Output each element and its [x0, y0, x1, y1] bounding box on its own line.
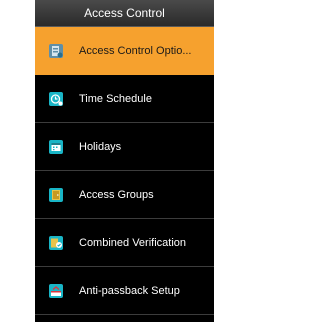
- menu-item-label: Access Control Optio...: [79, 44, 192, 57]
- access-control-options-icon: [48, 43, 64, 59]
- access-control-menu: Access Control Optio... Time Schedule Ho…: [35, 27, 214, 315]
- device-screen: Access Control Access Control Optio... T…: [35, 0, 214, 322]
- menu-item-anti-passback-setup[interactable]: Anti-passback Setup: [35, 267, 214, 315]
- menu-item-access-control-options[interactable]: Access Control Optio...: [35, 27, 214, 75]
- page-title: Access Control: [84, 6, 165, 20]
- access-groups-icon: [48, 187, 64, 203]
- menu-item-access-groups[interactable]: Access Groups: [35, 171, 214, 219]
- screen-header: Access Control: [35, 0, 214, 27]
- menu-item-label: Access Groups: [79, 188, 154, 201]
- menu-item-label: Combined Verification: [79, 236, 187, 249]
- menu-item-label: Anti-passback Setup: [79, 284, 180, 297]
- anti-passback-icon: [48, 283, 64, 299]
- menu-item-label: Holidays: [79, 140, 122, 153]
- combined-verification-icon: [48, 235, 64, 251]
- menu-item-label: Time Schedule: [79, 92, 152, 105]
- menu-item-time-schedule[interactable]: Time Schedule: [35, 75, 214, 123]
- menu-item-combined-verification[interactable]: Combined Verification: [35, 219, 214, 267]
- time-schedule-icon: [48, 91, 64, 107]
- holidays-icon: [48, 139, 64, 155]
- menu-item-holidays[interactable]: Holidays: [35, 123, 214, 171]
